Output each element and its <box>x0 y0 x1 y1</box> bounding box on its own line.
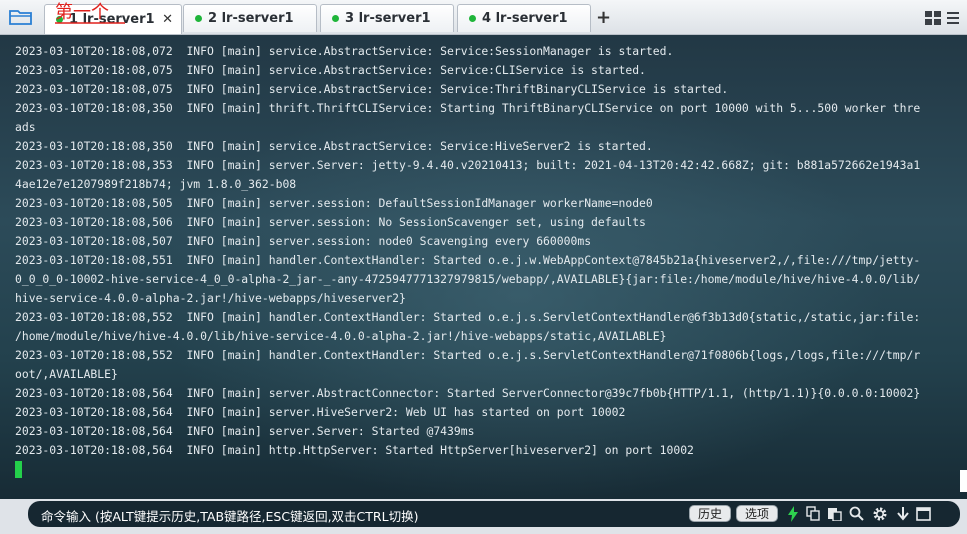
terminal-lines: 2023-03-10T20:18:08,072 INFO [main] serv… <box>15 42 945 460</box>
terminal-line: 2023-03-10T20:18:08,564 INFO [main] serv… <box>15 405 626 419</box>
history-button[interactable]: 历史 <box>689 505 731 522</box>
terminal-line: ads <box>15 120 36 134</box>
command-input[interactable]: 命令输入 (按ALT键提示历史,TAB键路径,ESC键返回,双击CTRL切换) <box>41 506 418 525</box>
command-input-bar[interactable]: 命令输入 (按ALT键提示历史,TAB键路径,ESC键返回,双击CTRL切换) … <box>28 501 960 527</box>
window-icon[interactable] <box>915 505 932 522</box>
terminal-line: 2023-03-10T20:18:08,564 INFO [main] serv… <box>15 424 475 438</box>
terminal-line: 2023-03-10T20:18:08,072 INFO [main] serv… <box>15 44 674 58</box>
terminal-line: 2023-03-10T20:18:08,350 INFO [main] thri… <box>15 101 921 115</box>
grid-icon[interactable] <box>925 10 941 29</box>
options-button[interactable]: 选项 <box>736 505 778 522</box>
lightning-icon[interactable] <box>784 505 801 522</box>
terminal-line: 2023-03-10T20:18:08,353 INFO [main] serv… <box>15 158 921 172</box>
tab-bar: 1 lr-server1 ✕ 2 lr-server1 3 lr-server1… <box>0 0 967 35</box>
terminal-line: 2023-03-10T20:18:08,075 INFO [main] serv… <box>15 63 646 77</box>
scrollbar-thumb[interactable] <box>960 470 967 492</box>
terminal-line: 0_0_0_0-10002-hive-service-4_0_0-alpha-2… <box>15 272 921 286</box>
terminal-line: 2023-03-10T20:18:08,552 INFO [main] hand… <box>15 348 921 362</box>
terminal-line: 2023-03-10T20:18:08,075 INFO [main] serv… <box>15 82 729 96</box>
gear-icon[interactable] <box>871 505 888 522</box>
terminal-line: 2023-03-10T20:18:08,564 INFO [main] http… <box>15 443 694 457</box>
terminal-line: 4ae12e7e1207989f218b74; jvm 1.8.0_362-b0… <box>15 177 297 191</box>
terminal-output[interactable]: 2023-03-10T20:18:08,072 INFO [main] serv… <box>0 35 967 499</box>
tab-label: 3 lr-server1 <box>345 11 431 26</box>
terminal-line: 2023-03-10T20:18:08,507 INFO [main] serv… <box>15 234 592 248</box>
menu-icon[interactable] <box>947 10 959 29</box>
terminal-line: hive-service-4.0.0-alpha-2.jar!/hive-web… <box>15 291 406 305</box>
status-dot-icon <box>195 15 202 22</box>
tab-label: 2 lr-server1 <box>208 11 294 26</box>
terminal-line: 2023-03-10T20:18:08,350 INFO [main] serv… <box>15 139 653 153</box>
terminal-line: 2023-03-10T20:18:08,505 INFO [main] serv… <box>15 196 653 210</box>
annotation-text: 第一个 <box>55 0 125 24</box>
tab-4[interactable]: 4 lr-server1 <box>457 4 591 32</box>
terminal-line: 2023-03-10T20:18:08,564 INFO [main] serv… <box>15 386 921 400</box>
paste-icon[interactable] <box>826 505 843 522</box>
terminal-line: 2023-03-10T20:18:08,551 INFO [main] hand… <box>15 253 921 267</box>
terminal-line: 2023-03-10T20:18:08,506 INFO [main] serv… <box>15 215 646 229</box>
terminal-line: oot/,AVAILABLE} <box>15 367 118 381</box>
status-dot-icon <box>332 15 339 22</box>
status-dot-icon <box>469 15 476 22</box>
terminal-line: /home/module/hive/hive-4.0.0/lib/hive-se… <box>15 329 667 343</box>
download-icon[interactable] <box>894 505 911 522</box>
terminal-cursor <box>15 461 22 478</box>
tab-2[interactable]: 2 lr-server1 <box>183 4 317 32</box>
plus-icon[interactable]: + <box>596 7 611 28</box>
close-icon[interactable]: ✕ <box>162 12 173 27</box>
search-icon[interactable] <box>848 505 865 522</box>
terminal-line: 2023-03-10T20:18:08,552 INFO [main] hand… <box>15 310 921 324</box>
folder-icon[interactable] <box>6 6 36 28</box>
tab-label: 4 lr-server1 <box>482 11 568 26</box>
copy-icon[interactable] <box>805 505 822 522</box>
tab-3[interactable]: 3 lr-server1 <box>320 4 454 32</box>
